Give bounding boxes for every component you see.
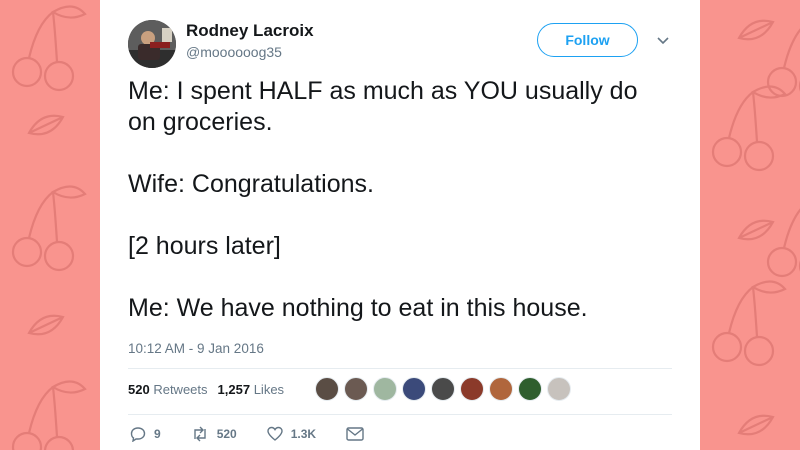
liker-avatar[interactable] — [518, 377, 542, 401]
liker-avatars — [315, 377, 576, 401]
heart-icon — [267, 426, 283, 441]
tweet-line: Me: I spent HALF as much as YOU usually … — [128, 77, 638, 136]
retweet-icon — [193, 426, 206, 442]
retweet-count: 520 — [216, 427, 237, 441]
avatar[interactable] — [128, 20, 176, 68]
liker-avatar[interactable] — [315, 377, 339, 401]
author-handle[interactable]: @moooooog35 — [186, 44, 282, 60]
chevron-down-icon[interactable] — [656, 34, 670, 48]
author-name[interactable]: Rodney Lacroix — [186, 21, 314, 41]
liker-avatar[interactable] — [489, 377, 513, 401]
likes-stat[interactable]: 1,257 Likes — [218, 382, 285, 397]
tweet-card: Rodney Lacroix @moooooog35 Follow Me: I … — [100, 0, 700, 450]
tweet-line: Wife: Congratulations. — [128, 170, 374, 198]
divider — [128, 414, 672, 415]
reply-button[interactable]: 9 — [130, 426, 161, 442]
retweets-stat[interactable]: 520 Retweets — [128, 382, 208, 397]
tweet-line: [2 hours later] — [128, 232, 281, 260]
like-button[interactable]: 1.3K — [267, 426, 316, 442]
liker-avatar[interactable] — [402, 377, 426, 401]
follow-button[interactable]: Follow — [537, 23, 638, 57]
tweet-actions: 9 520 1.3K — [130, 426, 402, 442]
liker-avatar[interactable] — [373, 377, 397, 401]
retweets-count: 520 — [128, 382, 150, 397]
liker-avatar[interactable] — [460, 377, 484, 401]
liker-avatar[interactable] — [547, 377, 571, 401]
like-count: 1.3K — [290, 427, 317, 441]
reply-count: 9 — [154, 427, 161, 441]
retweet-button[interactable]: 520 — [191, 426, 237, 442]
direct-message-button[interactable] — [346, 427, 372, 441]
tweet-text: Me: I spent HALF as much as YOU usually … — [128, 76, 668, 355]
retweets-label: Retweets — [153, 382, 208, 397]
tweet-timestamp[interactable]: 10:12 AM - 9 Jan 2016 — [128, 341, 264, 356]
divider — [128, 368, 672, 369]
likes-label: Likes — [253, 382, 285, 397]
tweet-stats: 520 Retweets 1,257 Likes — [128, 382, 284, 397]
liker-avatar[interactable] — [431, 377, 455, 401]
envelope-icon — [346, 427, 364, 441]
reply-icon — [130, 427, 146, 442]
likes-count: 1,257 — [217, 382, 251, 397]
liker-avatar[interactable] — [344, 377, 368, 401]
tweet-line: Me: We have nothing to eat in this house… — [128, 294, 588, 322]
